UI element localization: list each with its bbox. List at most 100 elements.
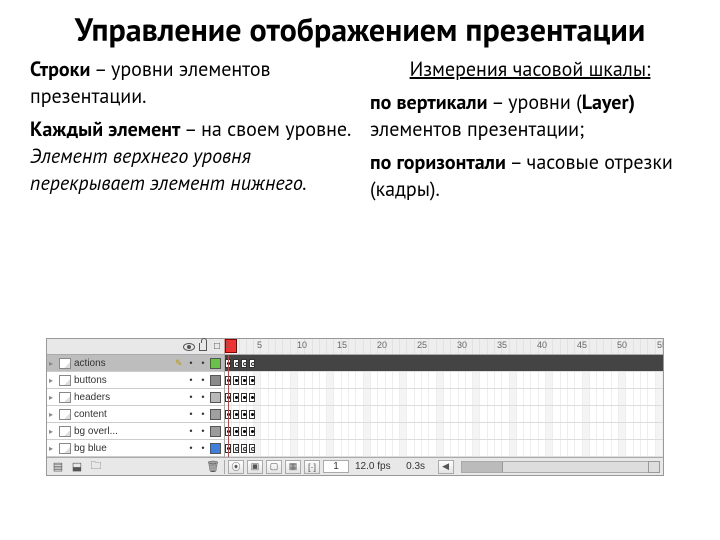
ruler-tick-label: 5 xyxy=(257,340,262,350)
ruler-tick-label: 20 xyxy=(377,340,387,350)
slide-title: Управление отображением презентации xyxy=(30,10,690,48)
layer-type-icon xyxy=(59,392,71,403)
keyframe[interactable] xyxy=(249,376,255,385)
blank-keyframe[interactable] xyxy=(241,444,247,453)
layer-name[interactable]: content xyxy=(74,409,175,420)
lock-dot[interactable]: • xyxy=(197,392,209,402)
outline-toggle-icon[interactable]: □ xyxy=(210,340,224,354)
keyframe[interactable] xyxy=(233,393,239,402)
layer-name[interactable]: headers xyxy=(74,392,175,403)
outline-color-swatch[interactable] xyxy=(210,426,221,437)
blank-keyframe[interactable] xyxy=(249,444,255,453)
keyframe[interactable] xyxy=(241,393,247,402)
lock-dot[interactable]: • xyxy=(197,443,209,453)
blank-keyframe[interactable] xyxy=(233,444,239,453)
visibility-dot[interactable]: • xyxy=(185,409,197,419)
loop-icon[interactable]: ◀ xyxy=(438,460,454,474)
frame-ruler[interactable]: 151015202530354045505560 xyxy=(225,339,663,354)
layer-row[interactable]: ▸ bg blue •• xyxy=(47,440,224,457)
outline-color-swatch[interactable] xyxy=(210,443,221,454)
ruler-tick-label: 50 xyxy=(617,340,627,350)
outline-color-swatch[interactable] xyxy=(210,409,221,420)
visibility-dot[interactable]: • xyxy=(185,443,197,453)
layer-row[interactable]: ▸ headers •• xyxy=(47,389,224,406)
blank-keyframe[interactable] xyxy=(241,359,247,368)
pencil-icon: ✎ xyxy=(175,358,185,369)
frame-rate: 12.0 fps xyxy=(352,461,394,472)
keyframe[interactable] xyxy=(249,427,255,436)
visibility-dot[interactable]: • xyxy=(185,426,197,436)
edit-multiple-frames-icon[interactable]: ▦ xyxy=(285,460,301,474)
add-folder-icon[interactable]: 🗀 xyxy=(89,460,103,474)
layer-type-icon xyxy=(59,426,71,437)
visibility-dot[interactable]: • xyxy=(185,392,197,402)
lock-icon[interactable] xyxy=(196,340,210,354)
eye-icon[interactable] xyxy=(182,340,196,354)
lock-dot[interactable]: • xyxy=(197,375,209,385)
visibility-dot[interactable]: • xyxy=(185,358,197,368)
add-motion-guide-icon[interactable]: ⬓ xyxy=(70,460,84,474)
layer-expand-icon[interactable]: ▸ xyxy=(49,427,59,436)
layer-row[interactable]: ▸ buttons •• xyxy=(47,372,224,389)
layer-row[interactable]: ▸ content •• xyxy=(47,406,224,423)
frame-row[interactable] xyxy=(225,355,663,372)
frames-grid[interactable] xyxy=(225,355,663,457)
layer-name[interactable]: actions xyxy=(74,358,175,369)
horizontal-scrollbar[interactable] xyxy=(461,461,660,473)
onion-skin-icon[interactable]: ▣ xyxy=(247,460,263,474)
layer-expand-icon[interactable]: ▸ xyxy=(49,376,59,385)
playhead-line xyxy=(228,355,229,457)
keyframe[interactable] xyxy=(249,393,255,402)
layer-type-icon xyxy=(59,409,71,420)
frame-row[interactable] xyxy=(225,423,663,440)
keyframe[interactable] xyxy=(249,410,255,419)
layer-name[interactable]: buttons xyxy=(74,375,175,386)
outline-color-swatch[interactable] xyxy=(210,358,221,369)
onion-skin-outlines-icon[interactable]: ▢ xyxy=(266,460,282,474)
frame-row[interactable] xyxy=(225,389,663,406)
layer-type-icon xyxy=(59,358,71,369)
layer-expand-icon[interactable]: ▸ xyxy=(49,393,59,402)
ruler-tick-label: 1 xyxy=(225,340,230,350)
outline-color-swatch[interactable] xyxy=(210,392,221,403)
timeline-header: □ 151015202530354045505560 xyxy=(47,339,663,355)
ruler-tick-label: 15 xyxy=(337,340,347,350)
layer-name[interactable]: bg overl... xyxy=(74,426,175,437)
right-column: Измерения часовой шкалы: по вертикали – … xyxy=(370,56,690,209)
left-column: Строки – уровни элементов презентации. К… xyxy=(30,56,350,209)
layer-type-icon xyxy=(59,443,71,454)
scroll-right-icon[interactable] xyxy=(648,461,660,473)
outline-color-swatch[interactable] xyxy=(210,375,221,386)
layer-row[interactable]: ▸ bg overl... •• xyxy=(47,423,224,440)
keyframe[interactable] xyxy=(233,427,239,436)
lock-dot[interactable]: • xyxy=(197,358,209,368)
add-layer-icon[interactable]: ▤ xyxy=(51,460,65,474)
keyframe[interactable] xyxy=(241,376,247,385)
frame-row[interactable] xyxy=(225,440,663,457)
keyframe[interactable] xyxy=(233,410,239,419)
keyframe[interactable] xyxy=(241,410,247,419)
layer-name[interactable]: bg blue xyxy=(74,443,175,454)
layer-expand-icon[interactable]: ▸ xyxy=(49,444,59,453)
layer-row[interactable]: ▸actions✎•• xyxy=(47,355,224,372)
blank-keyframe[interactable] xyxy=(249,359,255,368)
center-frame-icon[interactable]: ⦿ xyxy=(228,460,244,474)
frame-row[interactable] xyxy=(225,372,663,389)
visibility-dot[interactable]: • xyxy=(185,375,197,385)
layers-column: ▸actions✎••▸buttons••▸headers••▸content•… xyxy=(47,355,225,457)
right-vertical: по вертикали – уровни (Layer) элементов … xyxy=(370,89,690,143)
keyframe[interactable] xyxy=(233,376,239,385)
lock-dot[interactable]: • xyxy=(197,409,209,419)
lock-dot[interactable]: • xyxy=(197,426,209,436)
keyframe[interactable] xyxy=(241,427,247,436)
ruler-tick-label: 30 xyxy=(457,340,467,350)
left-para-2: Каждый элемент – на своем уровне. Элемен… xyxy=(30,116,350,197)
frame-row[interactable] xyxy=(225,406,663,423)
delete-layer-icon[interactable]: 🗑 xyxy=(206,460,220,474)
layer-expand-icon[interactable]: ▸ xyxy=(49,410,59,419)
current-frame-number: 1 xyxy=(323,460,349,473)
blank-keyframe[interactable] xyxy=(233,359,239,368)
ruler-tick-label: 40 xyxy=(537,340,547,350)
onion-markers-icon[interactable]: [·] xyxy=(304,460,320,474)
layer-expand-icon[interactable]: ▸ xyxy=(49,359,59,368)
